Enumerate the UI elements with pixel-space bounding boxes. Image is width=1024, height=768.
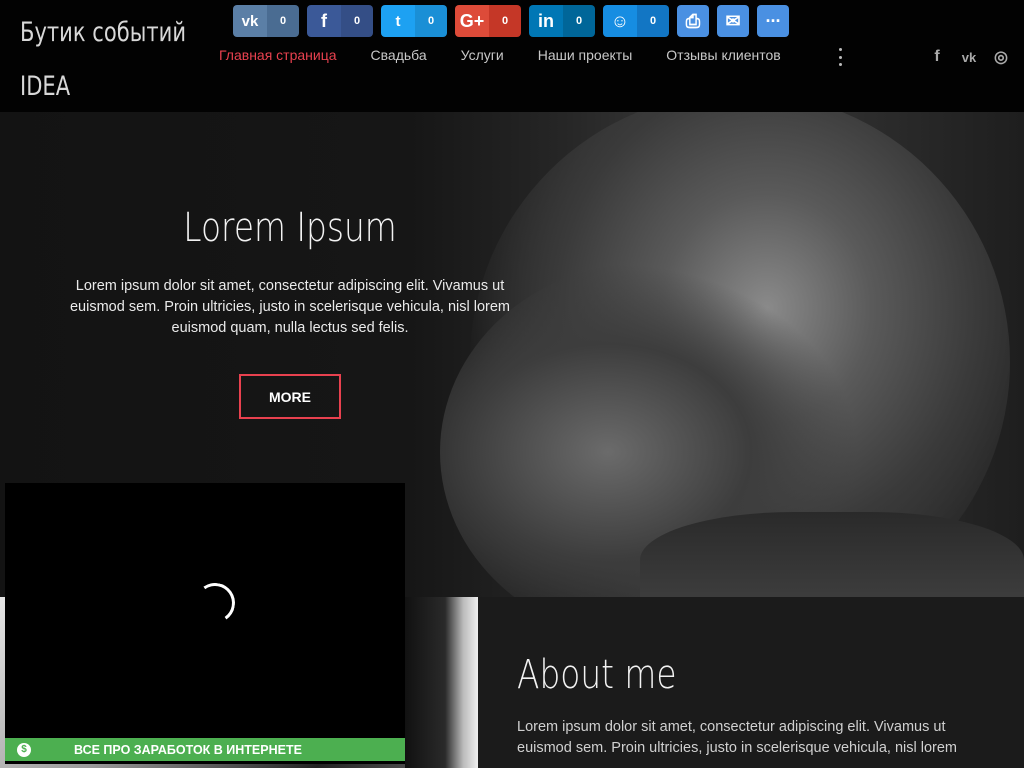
about-image-figure (405, 597, 478, 768)
hero-portrait-jacket (640, 512, 1024, 597)
vk-icon[interactable]: vk (958, 46, 980, 68)
moimir-share-button[interactable]: ☺ 0 (603, 5, 669, 37)
facebook-icon[interactable]: f (926, 46, 948, 68)
vk-share-button[interactable]: vk 0 (233, 5, 299, 37)
more-menu-icon[interactable] (834, 48, 846, 66)
main-nav: Главная страница Свадьба Услуги Наши проект… (219, 47, 815, 63)
share-count: 0 (563, 5, 595, 37)
about-section: About me Lorem ipsum dolor sit amet, con… (478, 597, 1024, 768)
twitter-share-button[interactable]: t0 (381, 5, 447, 37)
site-header: Бутик событий IDEA vk 0 f 0 t 0 G+ 0 in 0 ☺ 0 ⎙ ✉ ··· … (0, 0, 1024, 112)
nav-item-1[interactable]: Главная страница (219, 47, 337, 63)
linkedin-icon: in (529, 5, 563, 37)
share-count: 0 (489, 5, 521, 37)
nav-item-5[interactable]: Отзывы клиентов (666, 47, 780, 63)
more-button[interactable]: MORE (239, 374, 341, 419)
video-popup-title: ВСЕ ПРО ЗАРАБОТОК В ИНТЕРНЕТЕ (74, 742, 302, 757)
google-plus-share-button[interactable]: G+ 0 (455, 5, 521, 37)
more-icon: ··· (757, 5, 789, 37)
hero-title: Lorem Ipsum (183, 205, 397, 251)
facebook-share-button[interactable]: f0 (307, 5, 373, 37)
email-share-button[interactable]: ✉ (717, 5, 749, 37)
loading-spinner-icon (191, 579, 239, 627)
twitter-icon: t (381, 5, 415, 37)
about-title: About me (517, 652, 677, 698)
share-count: 0 (341, 5, 373, 37)
moimir-icon: ☺ (603, 5, 637, 37)
coin-icon: $ (17, 742, 31, 757)
nav-item-2[interactable]: Свадьба (371, 47, 427, 63)
header-social-links: f vk ◎ (926, 46, 1012, 68)
share-count: 0 (267, 5, 299, 37)
share-bar: vk 0 f 0 t 0 G+ 0 in 0 ☺ 0 ⎙ ✉ ··· (233, 5, 789, 37)
email-icon: ✉ (717, 5, 749, 37)
nav-item-4[interactable]: Наши проекты (538, 47, 633, 63)
more-share-button[interactable]: ··· (757, 5, 789, 37)
facebook-icon: f (307, 5, 341, 37)
google-plus-icon: G+ (455, 5, 489, 37)
site-logo[interactable]: Бутик событий IDEA (20, 6, 199, 114)
video-popup-bar[interactable]: $ ВСЕ ПРО ЗАРАБОТОК В ИНТЕРНЕТЕ (5, 738, 405, 761)
vk-icon: vk (233, 5, 267, 37)
print-icon: ⎙ (677, 5, 709, 37)
share-count: 0 (415, 5, 447, 37)
print-share-button[interactable]: ⎙ (677, 5, 709, 37)
about-text: Lorem ipsum dolor sit amet, consectetur … (517, 719, 958, 756)
video-popup[interactable]: $ ВСЕ ПРО ЗАРАБОТОК В ИНТЕРНЕТЕ (5, 483, 405, 764)
hero-text: Lorem ipsum dolor sit amet, consectetur … (69, 278, 510, 336)
linkedin-share-button[interactable]: in 0 (529, 5, 595, 37)
share-count: 0 (637, 5, 669, 37)
nav-item-3[interactable]: Услуги (461, 47, 504, 63)
instagram-icon[interactable]: ◎ (990, 46, 1012, 68)
